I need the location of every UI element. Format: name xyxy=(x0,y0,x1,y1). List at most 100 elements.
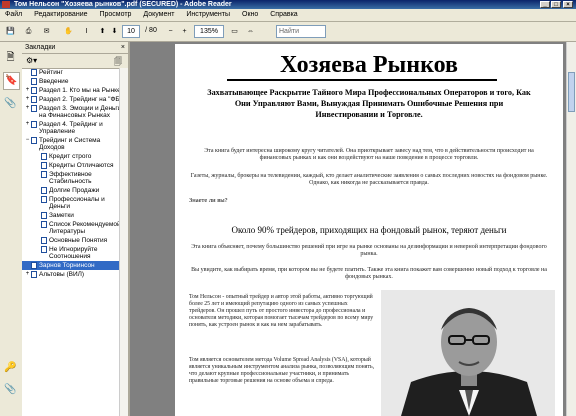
menu-help[interactable]: Справка xyxy=(265,9,302,21)
bookmark-page-icon xyxy=(41,153,47,160)
bookmark-item[interactable]: + Раздел 3. Эмоции и Деньги на Финансовых… xyxy=(22,104,128,120)
email-icon[interactable]: ✉ xyxy=(40,25,53,38)
hand-tool-icon[interactable]: ✋ xyxy=(62,25,75,38)
bookmark-label: Профессионалы и Деньги xyxy=(49,196,105,210)
menu-window[interactable]: Окно xyxy=(237,9,263,21)
fit-page-icon[interactable]: ▭ xyxy=(228,25,241,38)
menu-file[interactable]: Файл xyxy=(0,9,27,21)
question-text: Знаете ли вы? xyxy=(189,197,228,204)
close-window-button[interactable]: × xyxy=(563,1,573,8)
zoom-out-icon[interactable]: − xyxy=(164,25,177,38)
bookmark-item[interactable]: + Раздел 2. Трейдинг на "ФБ" xyxy=(22,95,128,104)
bookmark-page-icon xyxy=(31,96,37,103)
bookmark-item[interactable]: Долгие Продажи xyxy=(22,186,128,195)
title-bar: Том Нельсон "Хозяева рынков".pdf (SECURE… xyxy=(0,0,576,9)
bookmark-label: Зарнов Торнинсон xyxy=(39,262,95,269)
document-view[interactable]: Хозяева Рынков Захватывающее Раскрытие Т… xyxy=(130,42,576,416)
fit-width-icon[interactable]: ⇔ xyxy=(244,25,257,38)
options-icon[interactable]: ⚙▾ xyxy=(26,56,37,65)
bookmark-page-icon xyxy=(31,69,37,76)
menu-tools[interactable]: Инструменты xyxy=(181,9,235,21)
search-input[interactable]: Найти xyxy=(276,25,326,38)
bookmark-label: Эффективное Стабильность xyxy=(49,171,92,185)
zoom-in-icon[interactable]: + xyxy=(178,25,191,38)
bookmark-label: Кредит строго xyxy=(49,153,92,160)
title-rule xyxy=(227,79,497,81)
bookmarks-scrollbar[interactable] xyxy=(119,68,128,416)
expand-toggle-icon[interactable]: + xyxy=(24,121,31,128)
bookmark-item[interactable]: + Альтовы (ВИЛ) xyxy=(22,270,128,279)
bookmark-page-icon xyxy=(31,78,37,85)
bookmark-label: Кредиты Отличаются xyxy=(49,162,114,169)
menu-document[interactable]: Документ xyxy=(138,9,179,21)
bookmark-page-icon xyxy=(41,246,47,253)
pull-quote: Около 90% трейдеров, приходящих на фондо… xyxy=(231,225,507,235)
zoom-level-select[interactable]: 135% xyxy=(194,25,224,38)
paragraph-4: Вы увидите, как выбирать время, при кото… xyxy=(191,267,547,280)
close-icon[interactable]: × xyxy=(121,42,125,53)
bookmarks-panel: Закладки × ⚙▾ 🗐 Рейтинг Введение + Раздел 1… xyxy=(22,42,130,416)
bookmark-label: Долгие Продажи xyxy=(49,187,100,194)
bookmark-item[interactable]: Эффективное Стабильность xyxy=(22,170,128,186)
paperclip-icon[interactable]: 📎 xyxy=(3,96,18,112)
expand-toggle-icon[interactable]: + xyxy=(24,87,31,94)
menu-bar: Файл Редактирование Просмотр Документ Ин… xyxy=(0,9,576,22)
expand-toggle-icon[interactable]: + xyxy=(24,105,31,112)
paragraph-3: Эта книга объясняет, почему большинство … xyxy=(191,244,547,257)
scrollbar-thumb[interactable] xyxy=(568,72,575,112)
bookmark-item[interactable]: Кредиты Отличаются xyxy=(22,161,128,170)
window-title: Том Нельсон "Хозяева рынков".pdf (SECURE… xyxy=(14,1,232,8)
expand-toggle-icon[interactable]: − xyxy=(24,137,31,144)
key-icon[interactable]: 🔑 xyxy=(3,360,18,376)
bookmark-page-icon xyxy=(31,121,37,128)
next-page-icon[interactable]: ⬇ xyxy=(108,25,121,38)
page-number-input[interactable]: 10 xyxy=(122,25,140,38)
paragraph-1: Эта книга будет интересна широкому кругу… xyxy=(204,148,534,161)
menu-view[interactable]: Просмотр xyxy=(94,9,136,21)
author-portrait-image xyxy=(381,290,555,416)
bookmark-label: Альтовы (ВИЛ) xyxy=(39,271,85,278)
menu-edit[interactable]: Редактирование xyxy=(29,9,92,21)
page-subtitle: Захватывающее Раскрытие Тайного Мира Про… xyxy=(207,88,531,119)
bookmark-page-icon xyxy=(41,237,47,244)
bookmark-item[interactable]: + Раздел 4. Трейдинг и Управление xyxy=(22,120,128,136)
bookmark-page-icon xyxy=(41,162,47,169)
author-method: Том является основателем метода Volume S… xyxy=(189,357,375,384)
bookmark-label: Раздел 2. Трейдинг на "ФБ" xyxy=(39,96,123,103)
bookmark-item[interactable]: + Раздел 1. Кто мы на Рынке xyxy=(22,86,128,95)
bookmark-page-icon xyxy=(31,271,37,278)
bookmark-label: Введение xyxy=(39,78,69,85)
bookmark-item[interactable]: Зарнов Торнинсон xyxy=(22,261,128,270)
paragraph-2: Газеты, журналы, брокеры на телевидении,… xyxy=(190,173,548,186)
attachment-icon[interactable]: 📎 xyxy=(3,382,18,398)
bookmark-item[interactable]: Введение xyxy=(22,77,128,86)
bookmark-item[interactable]: Список Рекомендуемой Литературы xyxy=(22,220,128,236)
expand-toggle-icon[interactable]: + xyxy=(24,271,31,278)
pdf-page: Хозяева Рынков Захватывающее Раскрытие Т… xyxy=(175,44,563,416)
bookmark-item[interactable]: Рейтинг xyxy=(22,68,128,77)
bookmark-item[interactable]: Заметки xyxy=(22,211,128,220)
acrobat-app-icon xyxy=(2,1,10,8)
bookmark-label: Раздел 1. Кто мы на Рынке xyxy=(39,87,121,94)
page-icon[interactable]: 🗎 xyxy=(3,50,18,66)
bookmark-item[interactable]: Основные Понятия xyxy=(22,236,128,245)
bookmark-page-icon xyxy=(41,187,47,194)
save-icon[interactable]: 💾 xyxy=(4,25,17,38)
bookmark-page-icon xyxy=(31,105,37,112)
bookmark-item[interactable]: Кредит строго xyxy=(22,152,128,161)
bookmark-label: Список Рекомендуемой Литературы xyxy=(49,221,121,235)
bookmarks-header: Закладки × xyxy=(22,42,128,54)
document-scrollbar[interactable] xyxy=(566,42,576,416)
select-tool-icon[interactable]: I xyxy=(80,25,93,38)
expand-toggle-icon[interactable]: + xyxy=(24,96,31,103)
bookmark-page-icon xyxy=(31,262,37,269)
minimize-button[interactable]: _ xyxy=(540,1,550,8)
print-icon[interactable]: ⎙ xyxy=(22,25,35,38)
bookmark-page-icon xyxy=(31,137,37,144)
bookmark-icon[interactable]: 🔖 xyxy=(3,72,20,90)
bookmark-label: Основные Понятия xyxy=(49,237,108,244)
maximize-button[interactable]: □ xyxy=(551,1,561,8)
bookmark-item[interactable]: − Трейдинг и Система Доходов xyxy=(22,136,128,152)
bookmark-item[interactable]: Не Игнорируйте Соотношения xyxy=(22,245,128,261)
bookmark-item[interactable]: Профессионалы и Деньги xyxy=(22,195,128,211)
